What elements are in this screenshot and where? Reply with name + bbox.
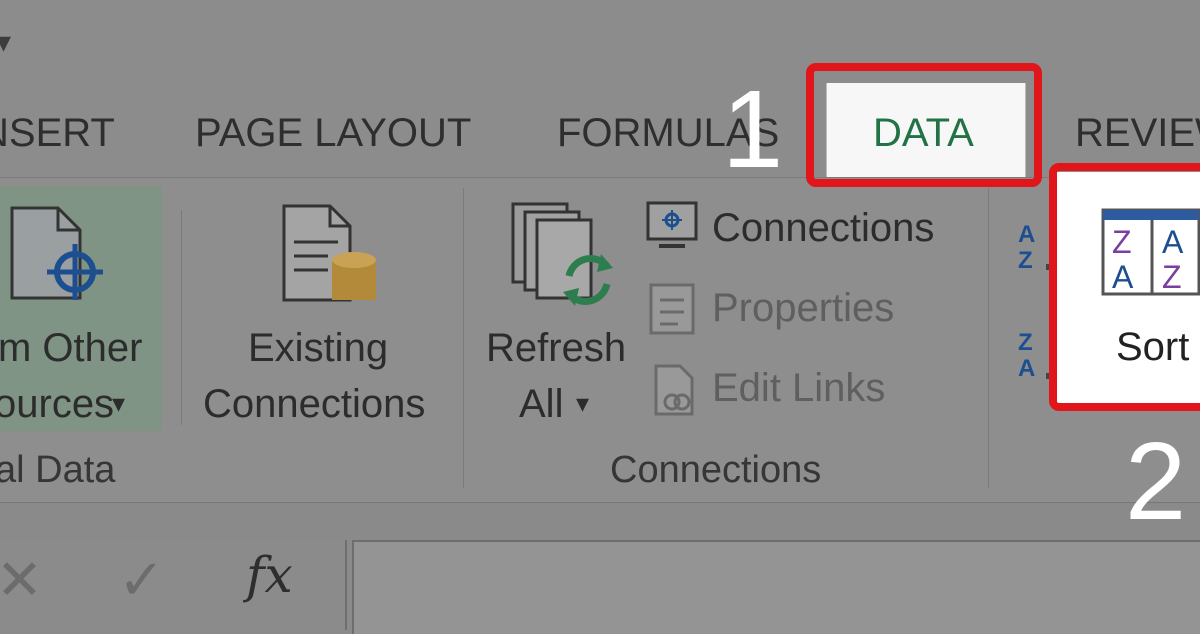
from-other-sources-label-line1: m Other <box>0 326 143 370</box>
chevron-down-icon: ▾ <box>576 388 590 418</box>
properties-button[interactable]: Properties <box>712 284 894 332</box>
existing-connections-label-line1: Existing <box>248 326 389 370</box>
tab-page-layout[interactable]: PAGE LAYOUT <box>195 108 471 158</box>
group-separator <box>463 188 464 488</box>
edit-links-button[interactable]: Edit Links <box>712 364 885 412</box>
group-separator <box>988 188 989 488</box>
refresh-all-label-line1: Refresh <box>486 326 627 370</box>
refresh-all-icon <box>511 202 613 306</box>
chevron-down-icon: ▾ <box>112 388 126 418</box>
step-number-2: 2 <box>1125 420 1187 543</box>
properties-icon <box>649 283 695 335</box>
group-label-connections: Connections <box>610 449 822 491</box>
existing-connections-icon <box>282 204 376 302</box>
insert-function-button[interactable]: fx <box>246 545 293 605</box>
from-other-sources-icon <box>10 206 103 300</box>
enter-entry-icon[interactable]: ✓ <box>118 550 165 610</box>
step-number-1: 1 <box>722 68 784 191</box>
from-other-sources-label-line2: ources <box>0 382 115 426</box>
formula-input[interactable] <box>352 540 1200 634</box>
sort-descending-icon[interactable]: Z A <box>1018 330 1046 382</box>
highlight-data-tab <box>806 63 1042 187</box>
tab-insert[interactable]: NSERT <box>0 108 115 158</box>
sort-ascending-icon[interactable]: A Z <box>1018 222 1046 274</box>
edit-links-icon <box>654 364 694 416</box>
group-separator <box>181 210 182 425</box>
connections-icon <box>646 201 698 248</box>
existing-connections-label-line2: Connections <box>203 382 426 426</box>
cancel-entry-icon[interactable]: ✕ <box>0 550 43 610</box>
quick-access-dropdown-icon[interactable]: ▾ <box>0 28 11 58</box>
tab-review[interactable]: REVIEW <box>1075 108 1200 158</box>
refresh-all-label-line2: All <box>519 382 564 426</box>
group-label-external-data: al Data <box>0 449 116 491</box>
formula-bar-buttons <box>0 540 347 630</box>
connections-button[interactable]: Connections <box>712 204 934 252</box>
highlight-sort-button <box>1049 163 1200 411</box>
